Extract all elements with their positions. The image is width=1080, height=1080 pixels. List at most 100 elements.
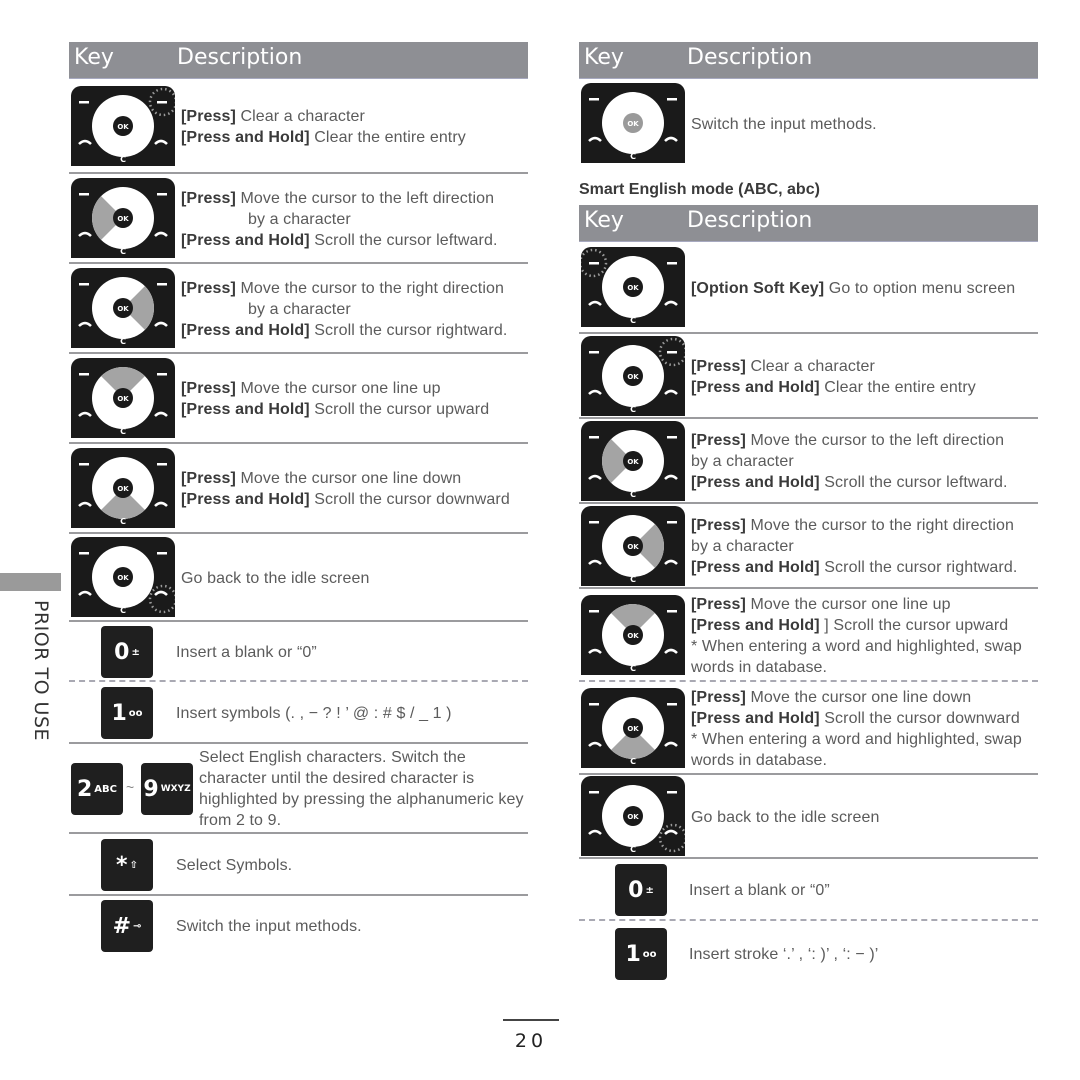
description-text: by a character — [691, 453, 794, 470]
description-line: [Press and Hold] Scroll the cursor downw… — [181, 489, 510, 510]
svg-text:OK: OK — [117, 123, 129, 131]
svg-text:C: C — [120, 427, 126, 436]
action-label: [Press and Hold] — [691, 474, 820, 491]
table-row: OK C [Press] Clear a character [Press and… — [579, 334, 1038, 419]
table-row: # ⊸ Switch the input methods. — [69, 896, 528, 956]
nav-option-soft-key-icon: OK C — [581, 247, 685, 327]
key-description: [Press] Move the cursor one line down [Pr… — [691, 687, 1022, 771]
description-line: [Press and Hold] Scroll the cursor upwar… — [181, 399, 489, 420]
description-text: Scroll the cursor downward — [819, 709, 1020, 727]
action-label: [Press] — [691, 432, 746, 449]
table-row: 1 oo Insert symbols (. , − ? ! ’ @ : # $ … — [69, 682, 528, 744]
description-text: Scroll the cursor upward — [309, 401, 490, 418]
page-number-rule — [503, 1019, 559, 1021]
description-line: by a character — [691, 451, 1008, 472]
description-line: [Press and Hold] Scroll the cursor right… — [181, 320, 507, 341]
header-description: Description — [177, 45, 303, 70]
description-line: [Press] Move the cursor one line down — [691, 687, 1022, 708]
key-0-icon: 0 ± — [615, 864, 667, 916]
description-text: words in database. — [691, 658, 828, 676]
table-row: OK C [Press] Move the cursor one line up… — [69, 354, 528, 444]
table-row: OK C [Press] Move the cursor one line do… — [579, 682, 1038, 775]
svg-text:OK: OK — [117, 485, 129, 493]
description-text: Move the cursor to the right direction — [745, 517, 1014, 534]
action-label: [Press] — [181, 279, 236, 297]
key-description: [Press] Clear a character [Press and Hold… — [181, 106, 466, 148]
description-line: by a character — [181, 209, 498, 230]
table-header: Key Description — [69, 42, 528, 79]
key-description: Switch the input methods. — [691, 115, 877, 133]
table-row: OK C [Press] Move the cursor one line up… — [579, 589, 1038, 682]
description-text: Move the cursor one line up — [235, 380, 441, 397]
description-line: [Press and Hold] Clear the entire entry — [181, 127, 466, 148]
page-number: 20 — [514, 1030, 548, 1052]
svg-text:OK: OK — [117, 395, 129, 403]
table-row: * ⇧ Select Symbols. — [69, 834, 528, 896]
svg-text:C: C — [630, 405, 636, 414]
description-text: Scroll the cursor rightward. — [819, 559, 1018, 576]
action-label: [Press] — [691, 357, 746, 375]
nav-right-icon: OK C — [581, 505, 685, 586]
description-text: Scroll the cursor leftward. — [819, 474, 1008, 491]
svg-text:OK: OK — [117, 215, 129, 223]
left-key-table: Key Description OK C [Press] Clear a cha… — [69, 42, 528, 956]
key-description: Go back to the idle screen — [181, 569, 370, 587]
key-description: [Press] Clear a character [Press and Hold… — [691, 356, 976, 398]
nav-right-icon: OK C — [71, 268, 175, 348]
header-key: Key — [584, 208, 624, 233]
description-line: words in database. — [691, 657, 1022, 678]
table-row: OK C [Option Soft Key] Go to option menu… — [579, 242, 1038, 334]
svg-text:C: C — [630, 316, 636, 325]
svg-text:C: C — [630, 575, 636, 584]
table-row: OK C [Press] Move the cursor to the righ… — [579, 504, 1038, 589]
key-description: Insert a blank or “0” — [176, 643, 317, 661]
description-text: Scroll the cursor leftward. — [309, 231, 498, 249]
key-9-wxyz-icon: 9 WXYZ — [141, 763, 193, 815]
svg-text:C: C — [630, 845, 636, 854]
action-label: [Press] — [691, 688, 746, 706]
action-label: [Press and Hold] — [181, 491, 310, 508]
description-line: [Press] Move the cursor to the left dire… — [181, 188, 498, 209]
key-1-icon: 1 oo — [101, 687, 153, 739]
description-text: words in database. — [691, 751, 828, 769]
description-line: [Press and Hold] ] Scroll the cursor upw… — [691, 615, 1022, 636]
table-row: OK C [Press] Move the cursor to the left… — [579, 419, 1038, 504]
svg-text:C: C — [120, 155, 126, 164]
nav-clear-key-icon: OK C — [581, 335, 685, 416]
description-text: Scroll the cursor downward — [309, 491, 510, 508]
description-text: Clear a character — [745, 357, 875, 375]
svg-text:OK: OK — [627, 458, 639, 466]
key-description: Select English characters. Switch the ch… — [199, 749, 524, 829]
table-row: OK C Go back to the idle screen — [579, 775, 1038, 859]
section-label: PRIOR TO USE — [30, 600, 52, 742]
key-2-abc-icon: 2 ABC — [71, 763, 123, 815]
description-text: Move the cursor to the right direction — [235, 279, 504, 297]
svg-text:OK: OK — [117, 574, 129, 582]
table-row: OK C [Press] Move the cursor one line do… — [69, 444, 528, 534]
description-line: [Press and Hold] Scroll the cursor leftw… — [181, 230, 498, 251]
key-description: [Press] Move the cursor one line down [Pr… — [181, 468, 510, 510]
action-label: [Press] — [691, 595, 746, 613]
table-row: 0 ± Insert a blank or “0” — [579, 859, 1038, 921]
description-text: Clear the entire entry — [309, 128, 466, 146]
description-text: ] Scroll the cursor upward — [819, 616, 1009, 634]
table-header: Key Description — [579, 42, 1038, 79]
right-key-table: Key Description OK C Switch the input me… — [579, 42, 1038, 987]
key-hash-icon: # ⊸ — [101, 900, 153, 952]
nav-ok-key-icon: OK C — [581, 83, 685, 163]
description-line: [Press] Move the cursor one line up — [181, 378, 489, 399]
nav-down-icon: OK C — [71, 448, 175, 528]
table-row: OK C Switch the input methods. — [579, 79, 1038, 169]
svg-text:OK: OK — [627, 120, 639, 128]
action-label: [Press and Hold] — [691, 378, 820, 396]
key-0-icon: 0 ± — [101, 626, 153, 678]
key-description: Go back to the idle screen — [691, 808, 880, 826]
svg-text:OK: OK — [627, 813, 639, 821]
table-row: OK C Go back to the idle screen — [69, 534, 528, 622]
svg-text:C: C — [630, 757, 636, 766]
description-line: [Press] Move the cursor to the left dire… — [691, 430, 1008, 451]
action-label: [Press and Hold] — [691, 616, 820, 634]
action-label: [Press] — [691, 517, 746, 534]
description-line: by a character — [181, 299, 507, 320]
svg-text:OK: OK — [627, 543, 639, 551]
